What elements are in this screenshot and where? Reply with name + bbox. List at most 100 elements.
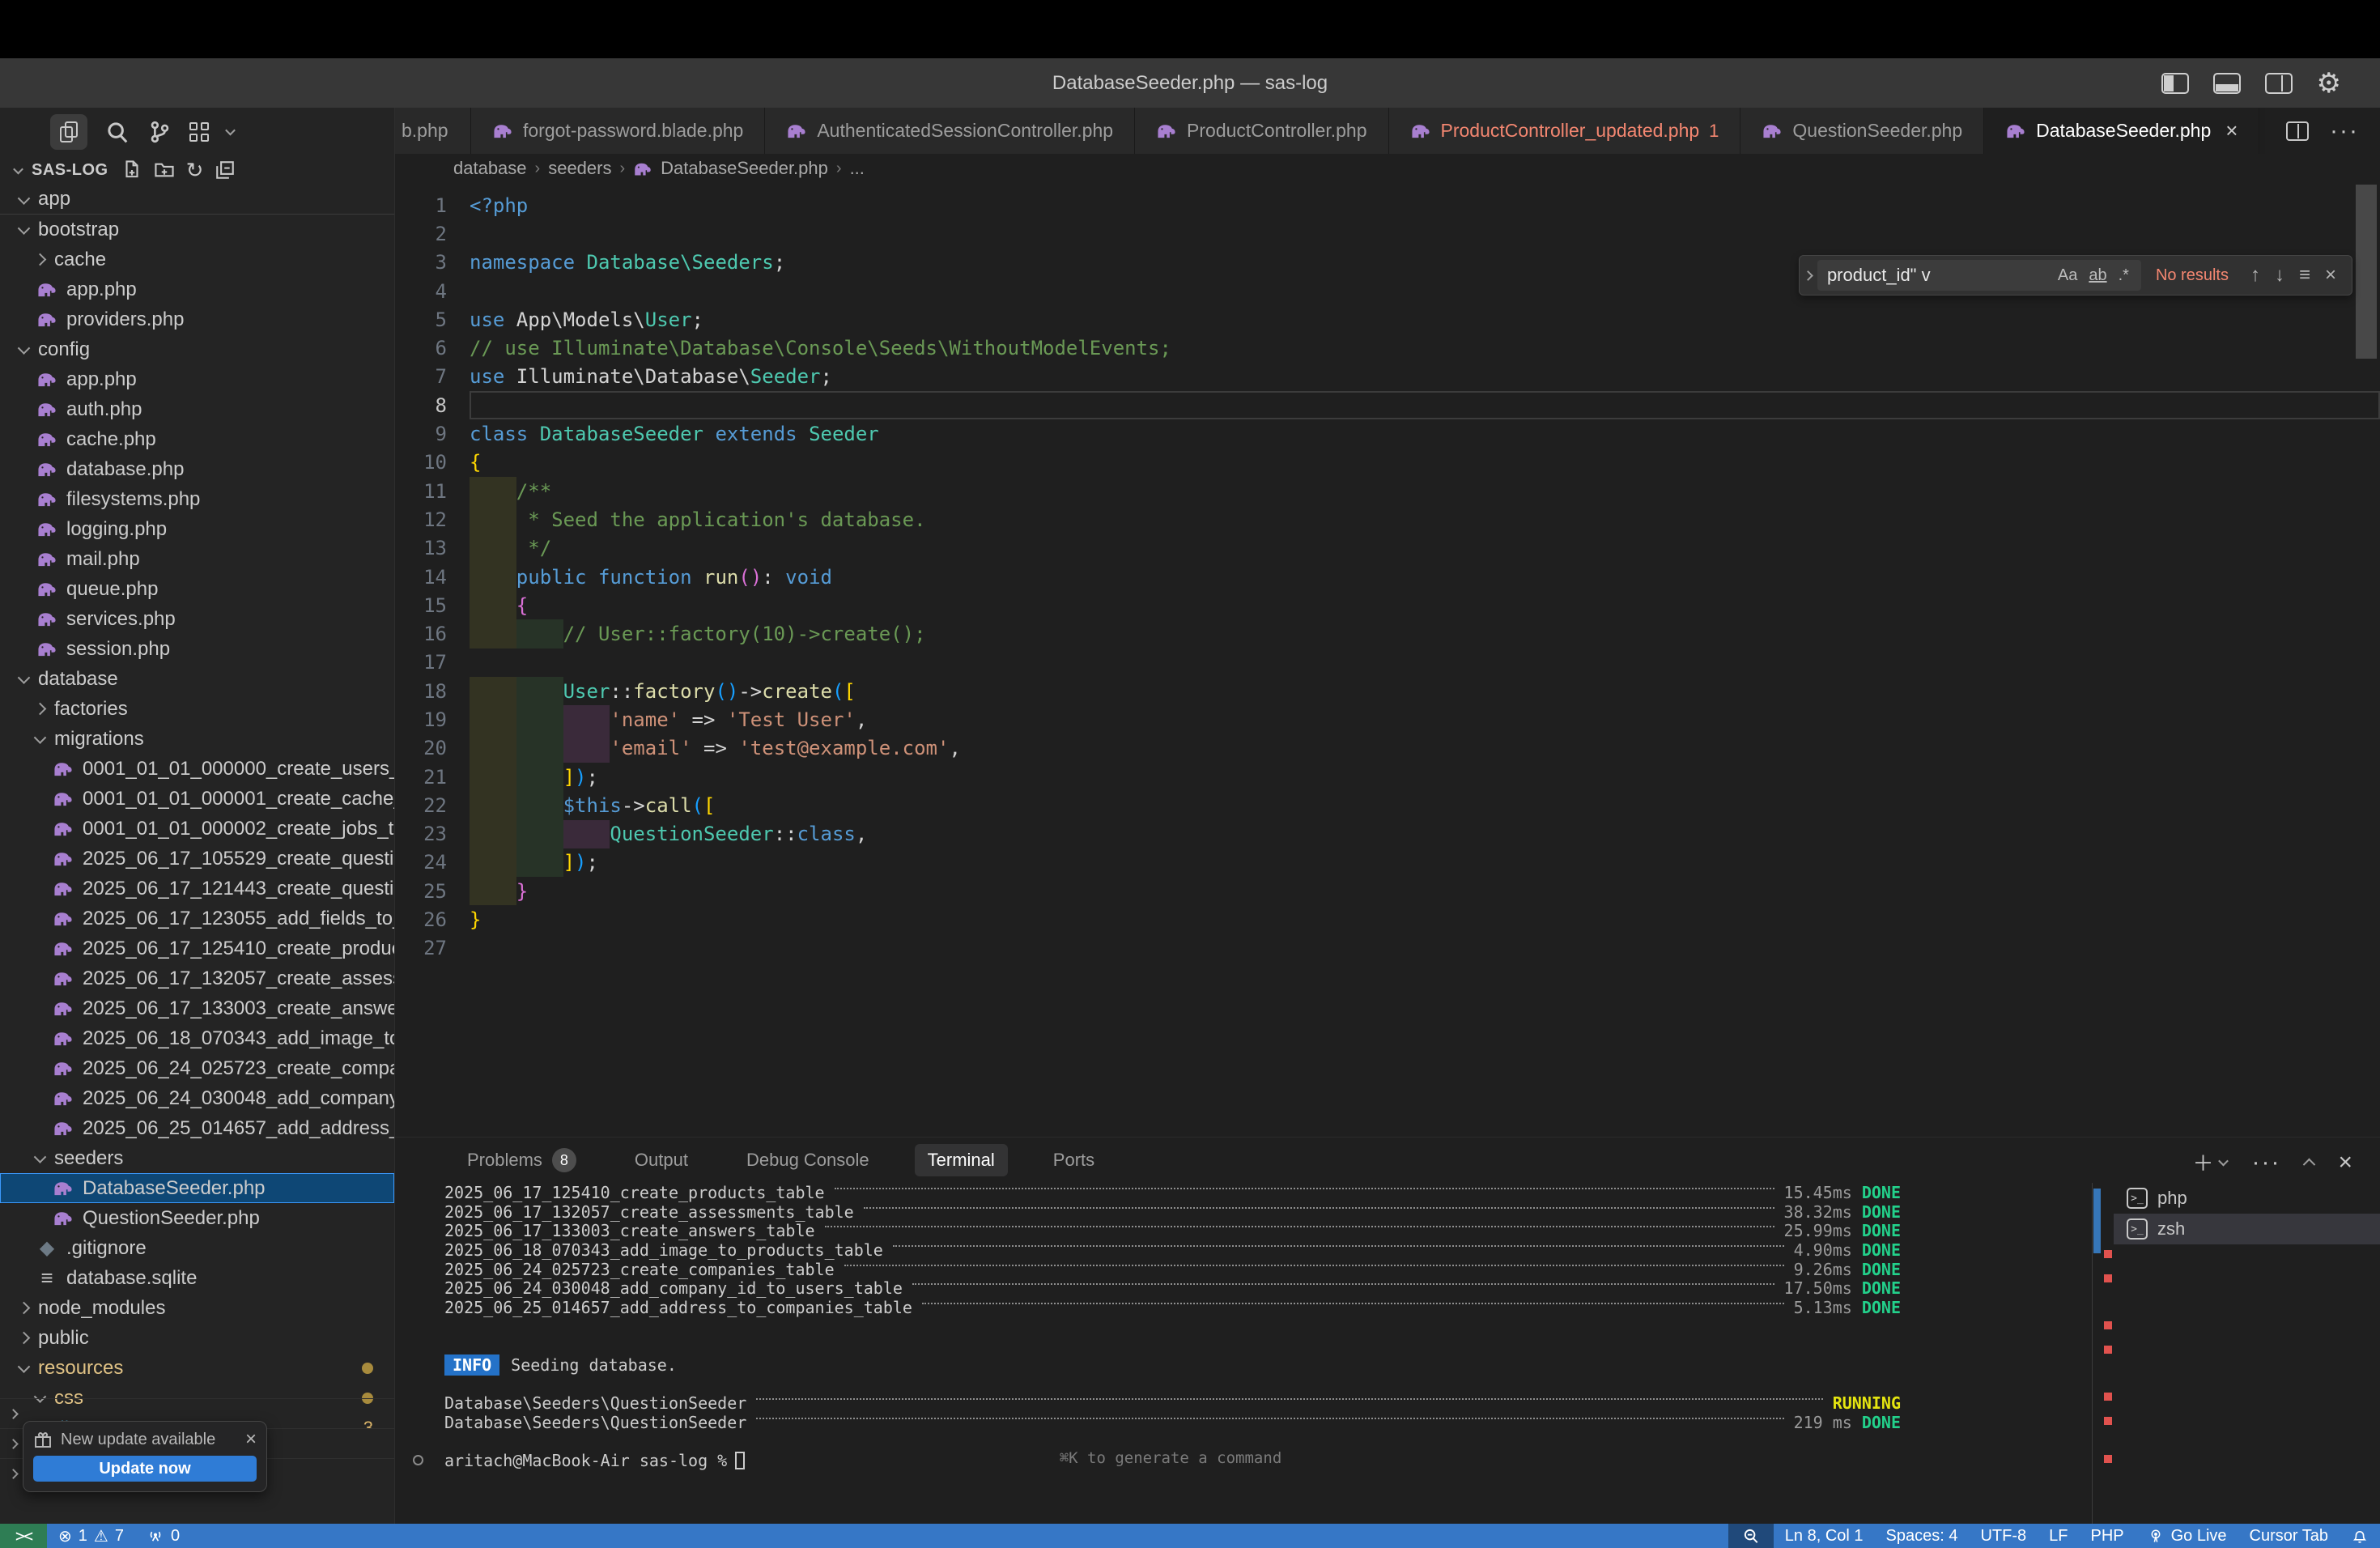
breadcrumb-item[interactable]: ... [850,158,865,179]
tree-item-migrations[interactable]: migrations [0,724,394,754]
extensions-icon[interactable] [189,122,209,142]
language-mode[interactable]: PHP [2079,1524,2135,1548]
panel-more-icon[interactable]: ··· [2251,1149,2280,1176]
explorer-collapse-chevron-icon[interactable] [13,164,23,174]
find-expand-chevron-icon[interactable] [1800,272,1817,279]
ports-status[interactable]: 0 [135,1524,191,1548]
remote-indicator[interactable]: >< [0,1524,47,1548]
panel-tab-output[interactable]: Output [622,1144,701,1176]
tree-item-0001-01-01-000002-create-jobs-tab...[interactable]: 0001_01_01_000002_create_jobs_tab... [0,814,394,844]
new-folder-icon[interactable] [154,159,175,181]
tree-item-cache.php[interactable]: cache.php [0,424,394,454]
terminal-instance-zsh[interactable]: >_zsh [2114,1214,2380,1244]
find-input[interactable]: product_id" v Aa ab .* [1817,260,2141,291]
regex-toggle[interactable]: .* [2113,266,2135,285]
toggle-panel-icon[interactable] [2213,73,2241,94]
tree-item-app.php[interactable]: app.php [0,274,394,304]
toggle-primary-sidebar-icon[interactable] [2161,73,2189,94]
tab-b.php[interactable]: b.php [395,108,471,154]
tree-item-bootstrap[interactable]: bootstrap [0,215,394,245]
split-editor-icon[interactable] [2286,121,2309,141]
tree-item-2025-06-17-133003-create-answers-...[interactable]: 2025_06_17_133003_create_answers_... [0,993,394,1023]
tree-item-app[interactable]: app [0,185,394,215]
panel-tab-debug-console[interactable]: Debug Console [733,1144,882,1176]
tree-item-app.php[interactable]: app.php [0,364,394,394]
tab-forgot-password.blade.php[interactable]: forgot-password.blade.php [471,108,765,154]
notification-close-icon[interactable]: × [245,1430,257,1449]
terminal-profile-chevron-icon[interactable] [2219,1156,2229,1167]
tree-item-2025-06-17-121443-create-questions...[interactable]: 2025_06_17_121443_create_questions... [0,874,394,904]
tree-item-factories[interactable]: factories [0,694,394,724]
source-control-icon[interactable] [147,120,172,144]
tree-item-cache[interactable]: cache [0,245,394,274]
tab-authenticatedsessioncontroller.php[interactable]: AuthenticatedSessionController.php [765,108,1135,154]
tree-item-queue.php[interactable]: queue.php [0,574,394,604]
terminal-scrollbar-thumb[interactable] [2093,1189,2101,1253]
tree-item-services.php[interactable]: services.php [0,604,394,634]
tree-item-config[interactable]: config [0,334,394,364]
tree-item-0001-01-01-000001-create-cache-ta...[interactable]: 0001_01_01_000001_create_cache_ta... [0,784,394,814]
terminal-output[interactable]: 2025_06_17_125410_create_products_table1… [395,1183,2092,1524]
title-bar[interactable]: DatabaseSeeder.php — sas-log ⚙ [0,58,2380,108]
new-file-icon[interactable] [121,159,142,181]
tree-item-2025-06-17-105529-create-question...[interactable]: 2025_06_17_105529_create_question... [0,844,394,874]
code-editor[interactable]: 1<?php23namespace Database\Seeders;45use… [395,183,2380,1137]
find-in-selection-icon[interactable]: ≡ [2292,264,2318,287]
match-case-toggle[interactable]: Aa [2052,266,2083,285]
tree-item-2025-06-17-125410-create-products...[interactable]: 2025_06_17_125410_create_products... [0,933,394,963]
new-terminal-icon[interactable]: ＋ [2192,1147,2213,1177]
tree-item-2025-06-24-025723-create-compan...[interactable]: 2025_06_24_025723_create_compan... [0,1053,394,1083]
tree-item-databaseseeder.php[interactable]: DatabaseSeeder.php [0,1173,394,1203]
refresh-icon[interactable]: ↻ [186,159,204,181]
update-now-button[interactable]: Update now [33,1456,257,1482]
tree-item-logging.php[interactable]: logging.php [0,514,394,544]
tree-item-2025-06-17-123055-add-fields-to-u...[interactable]: 2025_06_17_123055_add_fields_to_u... [0,904,394,933]
tree-item-0001-01-01-000000-create-users-ta...[interactable]: 0001_01_01_000000_create_users_ta... [0,754,394,784]
tab-productcontroller.php[interactable]: ProductController.php [1135,108,1388,154]
toggle-secondary-sidebar-icon[interactable] [2265,73,2293,94]
tree-item-resources[interactable]: resources [0,1353,394,1383]
panel-tab-terminal[interactable]: Terminal [915,1144,1008,1176]
encoding[interactable]: UTF-8 [1969,1524,2038,1548]
tree-item-2025-06-24-030048-add-company-...[interactable]: 2025_06_24_030048_add_company_... [0,1083,394,1113]
panel-maximize-chevron-icon[interactable] [2303,1159,2316,1172]
tree-item-.gitignore[interactable]: ◆.gitignore [0,1233,394,1263]
tree-item-auth.php[interactable]: auth.php [0,394,394,424]
collapse-all-icon[interactable] [215,159,236,181]
explorer-icon[interactable] [50,114,87,150]
tree-item-session.php[interactable]: session.php [0,634,394,664]
tree-item-node-modules[interactable]: node_modules [0,1293,394,1323]
tab-questionseeder.php[interactable]: QuestionSeeder.php [1740,108,1984,154]
more-actions-icon[interactable]: ··· [2330,117,2359,145]
tree-item-filesystems.php[interactable]: filesystems.php [0,484,394,514]
whole-word-toggle[interactable]: ab [2083,266,2112,285]
breadcrumb-item[interactable]: seeders [548,158,611,179]
notifications-bell[interactable] [2340,1524,2380,1548]
tree-item-seeders[interactable]: seeders [0,1143,394,1173]
find-next-icon[interactable]: ↓ [2267,264,2292,287]
go-live[interactable]: Go Live [2136,1524,2238,1548]
tree-item-questionseeder.php[interactable]: QuestionSeeder.php [0,1203,394,1233]
editor-scrollbar-thumb[interactable] [2356,185,2377,359]
tree-item-providers.php[interactable]: providers.php [0,304,394,334]
tree-item-public[interactable]: public [0,1323,394,1353]
tree-item-database.php[interactable]: database.php [0,454,394,484]
tree-item-database[interactable]: database [0,664,394,694]
explorer-header[interactable]: SAS-LOG ↻ [0,155,394,185]
tree-item-mail.php[interactable]: mail.php [0,544,394,574]
terminal-instance-php[interactable]: >_php [2114,1183,2380,1214]
find-previous-icon[interactable]: ↑ [2243,264,2267,287]
problems-status[interactable]: ⊗1 ⚠7 [47,1524,135,1548]
settings-gear-icon[interactable]: ⚙ [2317,70,2341,97]
panel-close-icon[interactable]: × [2338,1149,2352,1176]
cursor-position[interactable]: Ln 8, Col 1 [1774,1524,1875,1548]
tab-close-icon[interactable]: × [2225,118,2238,143]
tree-item-2025-06-18-070343-add-image-to-...[interactable]: 2025_06_18_070343_add_image_to_... [0,1023,394,1053]
tree-item-2025-06-17-132057-create-assessme...[interactable]: 2025_06_17_132057_create_assessme... [0,963,394,993]
tree-item-2025-06-25-014657-add-address-to...[interactable]: 2025_06_25_014657_add_address_to... [0,1113,394,1143]
tab-productcontroller-updated.php[interactable]: ProductController_updated.php1 [1389,108,1741,154]
breadcrumb-item[interactable]: DatabaseSeeder.php [661,158,828,179]
breadcrumb-item[interactable]: database [453,158,527,179]
indentation[interactable]: Spaces: 4 [1875,1524,1970,1548]
panel-tab-problems[interactable]: Problems8 [454,1144,589,1176]
